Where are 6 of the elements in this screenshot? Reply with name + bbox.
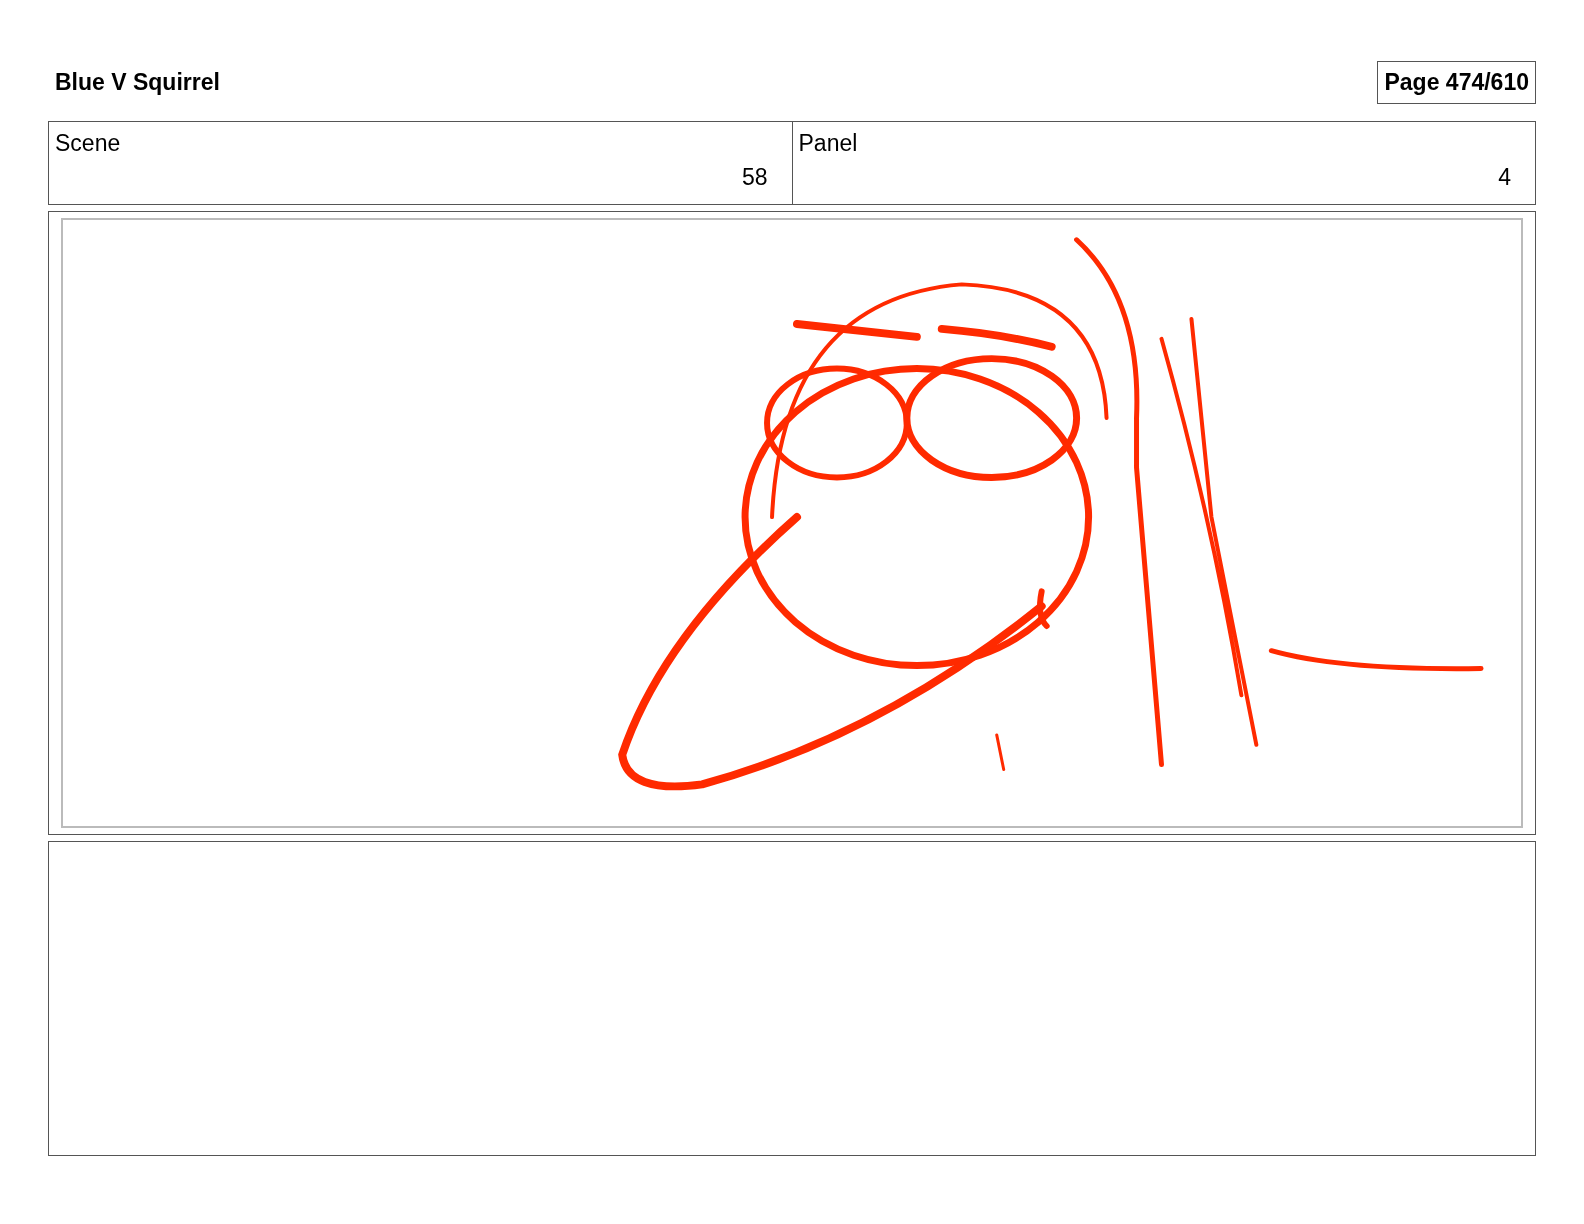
field-label: Scene bbox=[55, 128, 121, 158]
field-value: 58 bbox=[741, 163, 768, 193]
storyboard-title: Blue V Squirrel bbox=[54, 68, 220, 98]
field-label: Panel bbox=[798, 128, 858, 158]
page-number: Page 474/610 bbox=[1377, 61, 1536, 104]
field-value: 4 bbox=[1498, 163, 1511, 193]
